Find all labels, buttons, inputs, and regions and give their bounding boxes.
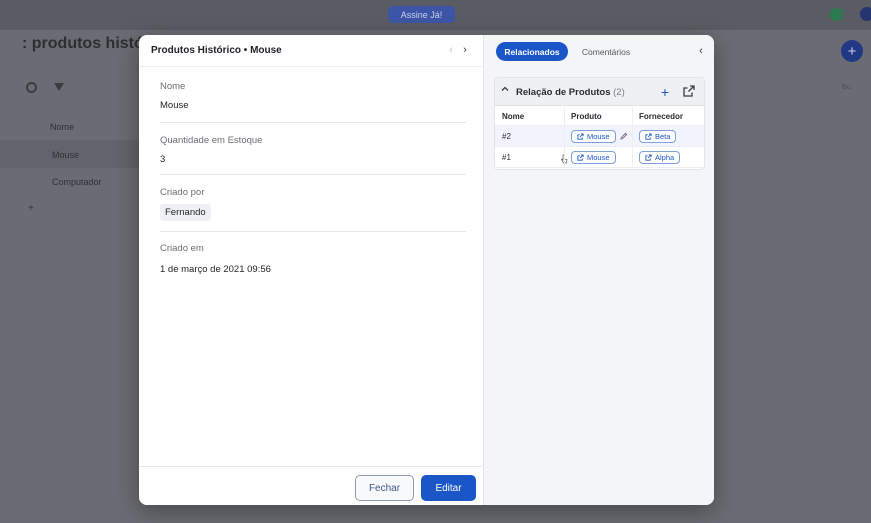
related-sidepanel: Relacionados Comentários ‹ Relação de Pr… xyxy=(483,35,714,505)
field-value: 1 de março de 2021 09:56 xyxy=(160,264,271,275)
user-avatar xyxy=(860,7,871,21)
produto-link-label: Mouse xyxy=(587,152,610,162)
modal-header: Produtos Histórico • Mouse ‹ › xyxy=(139,35,482,67)
field-value: Mouse xyxy=(160,100,189,111)
subscribe-badge: Assine Já! xyxy=(388,6,455,23)
user-chip: Fernando xyxy=(160,204,211,221)
collapse-panel-button[interactable]: ‹ xyxy=(694,43,708,59)
column-header-nome: Nome xyxy=(50,122,75,132)
field-label: Criado em xyxy=(160,243,204,254)
field-label: Quantidade em Estoque xyxy=(160,135,263,146)
produto-link[interactable]: Mouse xyxy=(571,150,616,164)
record-modal: Produtos Histórico • Mouse ‹ › Nome Mous… xyxy=(139,35,714,505)
edit-button[interactable]: Editar xyxy=(421,475,476,501)
pencil-icon[interactable] xyxy=(619,132,628,140)
divider xyxy=(160,174,466,175)
card-title-text: Relação de Produtos xyxy=(516,87,611,98)
field-label: Criado por xyxy=(160,187,205,198)
field-value: 3 xyxy=(160,154,166,165)
column-header-nome: Nome xyxy=(502,111,525,121)
related-products-card: Relação de Produtos (2) + Nome Produto F… xyxy=(494,77,705,170)
close-button[interactable]: Fechar xyxy=(355,475,414,501)
previous-record-button[interactable]: ‹ xyxy=(444,42,458,58)
table-row[interactable]: #2 Mouse Beta xyxy=(495,126,704,147)
fornecedor-link-label: Beta xyxy=(655,131,671,141)
produto-link-label: Mouse xyxy=(587,131,610,141)
table-row: Mouse xyxy=(52,150,80,160)
fornecedor-link-label: Alpha xyxy=(655,152,675,162)
filter-icon xyxy=(54,83,64,91)
row-nome: #2 xyxy=(502,131,511,141)
field-criado-por: Criado por Fernando xyxy=(160,187,466,221)
external-link-icon[interactable] xyxy=(682,84,698,100)
row-fornecedor: Beta xyxy=(632,126,700,146)
next-record-button[interactable]: › xyxy=(458,42,472,58)
add-icon: + xyxy=(841,40,863,62)
chevron-up-icon[interactable] xyxy=(501,85,509,95)
modal-footer: Fechar Editar xyxy=(139,466,482,505)
add-related-button[interactable]: + xyxy=(657,84,673,100)
card-title: Relação de Produtos (2) xyxy=(516,87,625,98)
field-quantidade: Quantidade em Estoque 3 xyxy=(160,135,466,165)
external-link-icon xyxy=(645,132,652,140)
fornecedor-link[interactable]: Alpha xyxy=(639,150,681,164)
card-count: (2) xyxy=(613,87,625,98)
row-fornecedor: Alpha xyxy=(632,147,700,167)
produto-link[interactable]: Mouse xyxy=(571,129,616,143)
field-label: Nome xyxy=(160,81,186,92)
table-row: Computador xyxy=(52,177,102,187)
card-header[interactable]: Relação de Produtos (2) + xyxy=(495,78,704,106)
external-link-icon xyxy=(577,153,584,161)
add-row-icon: + xyxy=(28,203,34,214)
whatsapp-icon xyxy=(830,8,843,21)
column-header-produto: Produto xyxy=(564,107,632,125)
divider xyxy=(160,231,466,232)
tab-relacionados[interactable]: Relacionados xyxy=(496,42,568,61)
divider xyxy=(160,122,466,123)
related-table: Nome Produto Fornecedor #2 Mouse Beta #1… xyxy=(495,107,704,168)
tab-comentarios[interactable]: Comentários xyxy=(576,42,636,61)
modal-title: Produtos Histórico • Mouse xyxy=(151,45,282,56)
table-row[interactable]: #1 Mouse Alpha xyxy=(495,147,704,168)
field-criado-em: Criado em 1 de março de 2021 09:56 xyxy=(160,243,466,275)
external-link-icon xyxy=(577,132,584,140)
row-produto: Mouse xyxy=(564,147,632,167)
field-nome: Nome Mouse xyxy=(160,81,466,111)
table-header: Nome Produto Fornecedor xyxy=(495,107,704,126)
external-link-icon xyxy=(645,153,652,161)
record-details-pane: Produtos Histórico • Mouse ‹ › Nome Mous… xyxy=(139,35,482,505)
fornecedor-link[interactable]: Beta xyxy=(639,129,677,143)
row-produto: Mouse xyxy=(564,126,632,146)
row-nome: #1 xyxy=(502,152,511,162)
column-header-fornecedor: Fornecedor xyxy=(632,107,700,125)
background-right-text: Bu xyxy=(842,84,851,91)
search-icon xyxy=(26,82,37,93)
